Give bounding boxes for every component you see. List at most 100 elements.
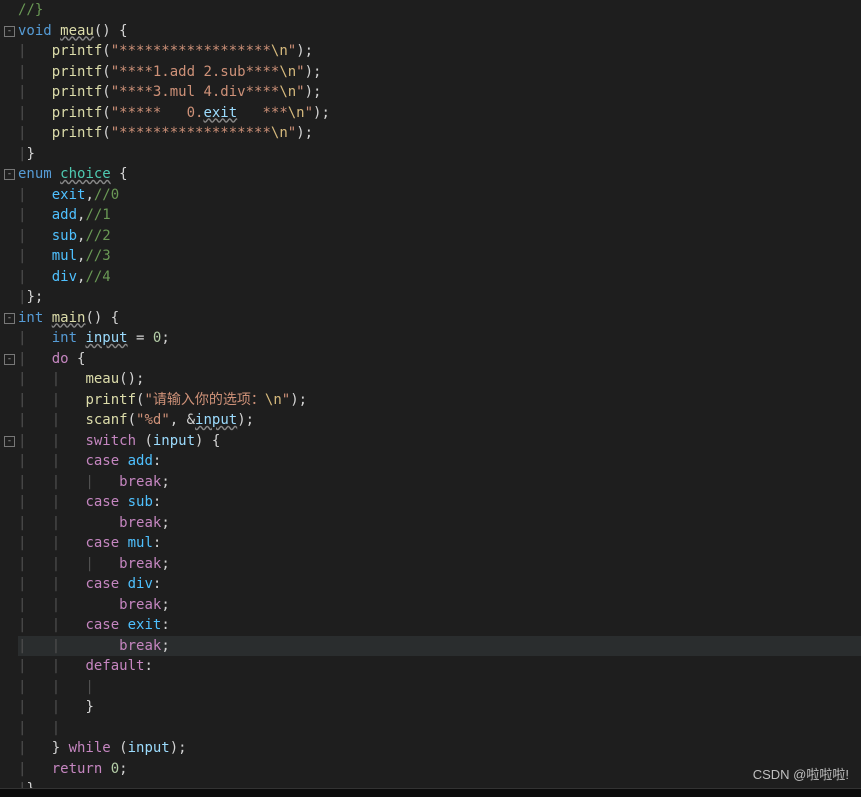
code-line[interactable]: | | default: bbox=[18, 656, 861, 677]
token-guide: | | bbox=[18, 453, 85, 469]
code-line[interactable]: | int input = 0; bbox=[18, 328, 861, 349]
token-op bbox=[102, 761, 110, 777]
code-line[interactable]: enum choice { bbox=[18, 164, 861, 185]
token-purple: break bbox=[119, 597, 161, 613]
token-op: : bbox=[153, 494, 161, 510]
fold-toggle-icon[interactable]: - bbox=[4, 26, 15, 37]
token-purple: default bbox=[85, 658, 144, 674]
code-line[interactable]: | | break; bbox=[18, 513, 861, 534]
token-guide: | | bbox=[18, 494, 85, 510]
code-line[interactable]: | | printf("请输入你的选项：\n"); bbox=[18, 390, 861, 411]
token-cmt: //} bbox=[18, 2, 43, 18]
code-line[interactable]: | | | break; bbox=[18, 472, 861, 493]
code-line[interactable]: | | } bbox=[18, 697, 861, 718]
code-line[interactable]: |}; bbox=[18, 287, 861, 308]
code-line[interactable]: | printf("******************\n"); bbox=[18, 123, 861, 144]
token-str: "请输入你的选项： bbox=[144, 392, 264, 408]
token-op: ); bbox=[237, 412, 254, 428]
code-line[interactable]: | | bbox=[18, 718, 861, 739]
token-op: () { bbox=[94, 23, 128, 39]
code-line[interactable]: int main() { bbox=[18, 308, 861, 329]
token-cmt: //1 bbox=[85, 207, 110, 223]
token-op: } bbox=[26, 146, 34, 162]
token-op: ; bbox=[161, 638, 169, 654]
token-cmt: //3 bbox=[85, 248, 110, 264]
code-line[interactable]: | | case mul: bbox=[18, 533, 861, 554]
token-op: ( bbox=[102, 43, 110, 59]
code-line[interactable]: void meau() { bbox=[18, 21, 861, 42]
code-line[interactable]: | printf("***** 0.exit ***\n"); bbox=[18, 103, 861, 124]
code-line[interactable]: | div,//4 bbox=[18, 267, 861, 288]
token-esc: \n bbox=[271, 43, 288, 59]
token-op: ( bbox=[102, 64, 110, 80]
token-esc: \n bbox=[271, 125, 288, 141]
token-str: " bbox=[288, 125, 296, 141]
code-area[interactable]: //}void meau() {| printf("**************… bbox=[18, 0, 861, 797]
fold-toggle-icon[interactable]: - bbox=[4, 436, 15, 447]
token-enumc: sub bbox=[52, 228, 77, 244]
token-cmt: //4 bbox=[85, 269, 110, 285]
token-op bbox=[119, 453, 127, 469]
token-op: ); bbox=[296, 125, 313, 141]
token-purple: case bbox=[85, 453, 119, 469]
code-line[interactable]: | | | bbox=[18, 677, 861, 698]
code-line[interactable]: | | | break; bbox=[18, 554, 861, 575]
token-enumc: add bbox=[128, 453, 153, 469]
code-line[interactable]: | sub,//2 bbox=[18, 226, 861, 247]
code-editor[interactable]: ----- //}void meau() {| printf("********… bbox=[0, 0, 861, 797]
code-line[interactable]: | | case div: bbox=[18, 574, 861, 595]
token-purple: do bbox=[52, 351, 69, 367]
code-line[interactable]: | } while (input); bbox=[18, 738, 861, 759]
code-line[interactable]: | printf("****3.mul 4.div****\n"); bbox=[18, 82, 861, 103]
token-idU: input bbox=[195, 412, 237, 428]
token-op: : bbox=[153, 576, 161, 592]
token-esc: \n bbox=[288, 105, 305, 121]
token-op bbox=[43, 310, 51, 326]
code-line[interactable]: | | case sub: bbox=[18, 492, 861, 513]
fold-toggle-icon[interactable]: - bbox=[4, 169, 15, 180]
token-op: , & bbox=[170, 412, 195, 428]
token-guide: | | bbox=[18, 617, 85, 633]
token-guide: | bbox=[18, 269, 52, 285]
code-line[interactable]: | printf("****1.add 2.sub****\n"); bbox=[18, 62, 861, 83]
token-guide: | bbox=[18, 330, 52, 346]
code-line[interactable]: | | meau(); bbox=[18, 369, 861, 390]
code-line[interactable]: | mul,//3 bbox=[18, 246, 861, 267]
token-purple: case bbox=[85, 535, 119, 551]
code-line[interactable]: | | scanf("%d", &input); bbox=[18, 410, 861, 431]
token-guide: | | bbox=[18, 720, 60, 736]
code-line[interactable]: | do { bbox=[18, 349, 861, 370]
code-line[interactable]: | | case add: bbox=[18, 451, 861, 472]
token-idU: input bbox=[85, 330, 127, 346]
token-enumc: div bbox=[128, 576, 153, 592]
code-line[interactable]: |} bbox=[18, 144, 861, 165]
code-line[interactable]: | | break; bbox=[18, 636, 861, 657]
token-str: *** bbox=[237, 105, 288, 121]
token-idU: exit bbox=[203, 105, 237, 121]
token-str: "****3.mul 4.div**** bbox=[111, 84, 280, 100]
token-guide: | | bbox=[18, 371, 85, 387]
token-fn: meau bbox=[85, 371, 119, 387]
code-line[interactable]: | return 0; bbox=[18, 759, 861, 780]
token-guide: | | bbox=[18, 699, 85, 715]
fold-toggle-icon[interactable]: - bbox=[4, 354, 15, 365]
token-guide: | bbox=[18, 64, 52, 80]
fold-gutter: ----- bbox=[0, 0, 10, 797]
code-line[interactable]: | exit,//0 bbox=[18, 185, 861, 206]
code-line[interactable]: //} bbox=[18, 0, 861, 21]
token-esc: \n bbox=[279, 84, 296, 100]
code-line[interactable]: | | case exit: bbox=[18, 615, 861, 636]
token-op: ); bbox=[296, 43, 313, 59]
token-op: ( bbox=[102, 84, 110, 100]
code-line[interactable]: | add,//1 bbox=[18, 205, 861, 226]
fold-toggle-icon[interactable]: - bbox=[4, 313, 15, 324]
code-line[interactable]: | printf("******************\n"); bbox=[18, 41, 861, 62]
token-op: ); bbox=[290, 392, 307, 408]
token-guide: | | | bbox=[18, 556, 119, 572]
code-line[interactable]: | | break; bbox=[18, 595, 861, 616]
token-guide: | bbox=[18, 248, 52, 264]
code-line[interactable]: | | switch (input) { bbox=[18, 431, 861, 452]
token-op: ); bbox=[305, 84, 322, 100]
token-kw: int bbox=[18, 310, 43, 326]
token-guide: | | bbox=[18, 658, 85, 674]
